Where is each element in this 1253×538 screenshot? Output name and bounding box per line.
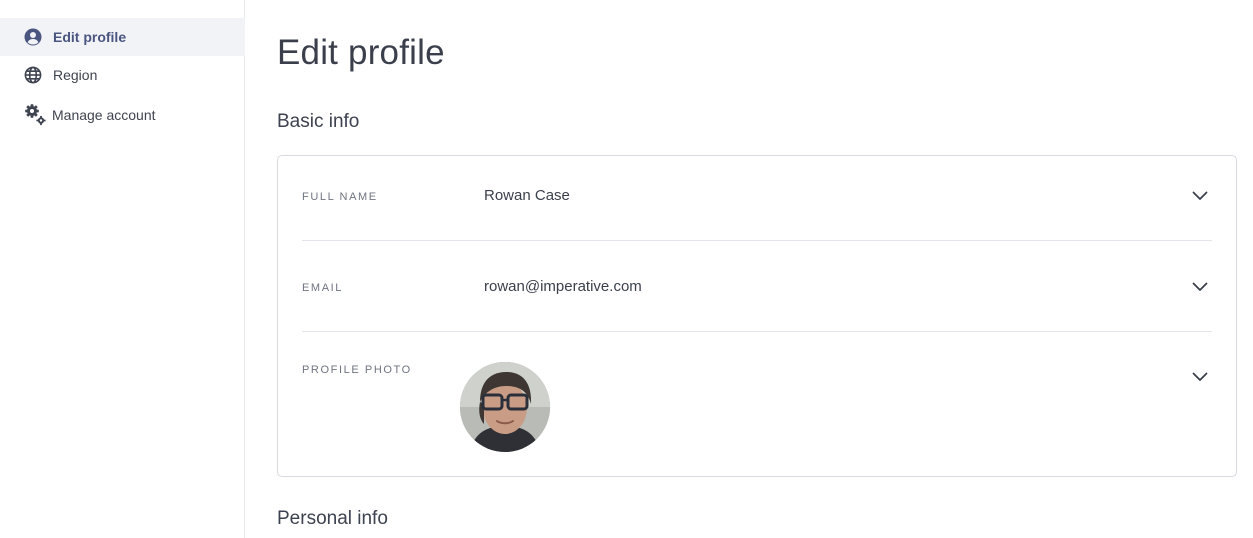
section-title-basic-info: Basic info (277, 111, 360, 132)
sidebar-item-region[interactable]: Region (0, 56, 245, 94)
field-label: FULL NAME (302, 191, 378, 203)
chevron-down-icon[interactable] (1188, 184, 1212, 208)
email-value: rowan@imperative.com (484, 278, 642, 295)
page-title: Edit profile (277, 33, 445, 72)
basic-info-card: FULL NAME Rowan Case EMAIL rowan@imperat… (277, 155, 1237, 477)
avatar[interactable] (460, 362, 550, 452)
field-row-email[interactable]: EMAIL rowan@imperative.com (302, 275, 1212, 299)
sidebar-item-label: Edit profile (53, 29, 127, 45)
field-label: PROFILE PHOTO (302, 364, 412, 376)
gears-icon (24, 103, 48, 127)
sidebar-item-label: Region (53, 67, 98, 83)
full-name-value: Rowan Case (484, 187, 570, 204)
sidebar-item-edit-profile[interactable]: Edit profile (0, 18, 245, 56)
chevron-down-icon[interactable] (1188, 365, 1212, 389)
divider (302, 331, 1212, 332)
globe-icon (24, 66, 42, 84)
sidebar-item-label: Manage account (52, 107, 156, 123)
sidebar-item-manage-account[interactable]: Manage account (0, 96, 245, 134)
chevron-down-icon[interactable] (1188, 275, 1212, 299)
field-row-full-name[interactable]: FULL NAME Rowan Case (302, 184, 1212, 208)
field-row-profile-photo[interactable]: PROFILE PHOTO (302, 362, 1212, 452)
divider (302, 240, 1212, 241)
sidebar: Edit profile Region Manage account (0, 0, 245, 538)
user-circle-icon (24, 28, 42, 46)
field-label: EMAIL (302, 282, 344, 294)
section-title-personal-info: Personal info (277, 508, 388, 529)
